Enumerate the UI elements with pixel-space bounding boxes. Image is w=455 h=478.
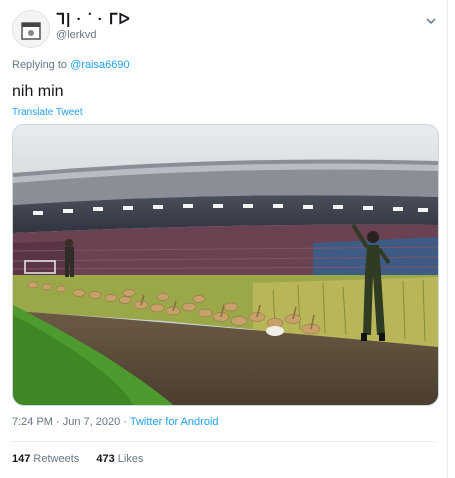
tweet-photo[interactable] xyxy=(12,124,439,406)
retweets-count: 147 xyxy=(12,453,31,465)
replying-to: Replying to @raisa6690 xyxy=(12,59,130,71)
avatar-image xyxy=(13,11,49,47)
divider xyxy=(12,441,435,442)
user-handle[interactable]: @lerkvd xyxy=(56,29,97,41)
retweets-stat[interactable]: 147 Retweets xyxy=(12,453,79,465)
chevron-down-icon[interactable] xyxy=(424,14,438,28)
tweet-text: nih min xyxy=(12,83,64,100)
tweet-date[interactable]: Jun 7, 2020 xyxy=(63,416,121,428)
tweet-stats: 147 Retweets 473 Likes xyxy=(12,453,157,465)
tweet-time[interactable]: 7:24 PM xyxy=(12,416,53,428)
display-name[interactable]: ᒣ| · ᐝ · ᒥᐅ xyxy=(56,10,131,28)
replying-prefix: Replying to xyxy=(12,59,68,71)
meta-separator: · xyxy=(123,416,127,428)
likes-stat[interactable]: 473 Likes xyxy=(96,453,143,465)
tweet-source-link[interactable]: Twitter for Android xyxy=(130,416,219,428)
tweet-card: ᒣ| · ᐝ · ᒥᐅ @lerkvd Replying to @raisa66… xyxy=(0,0,448,478)
retweets-label: Retweets xyxy=(33,453,80,465)
translate-tweet-link[interactable]: Translate Tweet xyxy=(12,107,83,118)
tweet-meta: 7:24 PM · Jun 7, 2020 · Twitter for Andr… xyxy=(12,416,219,428)
likes-label: Likes xyxy=(117,453,144,465)
stadium-ducks-photo xyxy=(13,125,438,405)
avatar[interactable] xyxy=(12,10,50,48)
reply-to-link[interactable]: @raisa6690 xyxy=(70,59,129,71)
likes-count: 473 xyxy=(96,453,115,465)
meta-separator: · xyxy=(56,416,60,428)
